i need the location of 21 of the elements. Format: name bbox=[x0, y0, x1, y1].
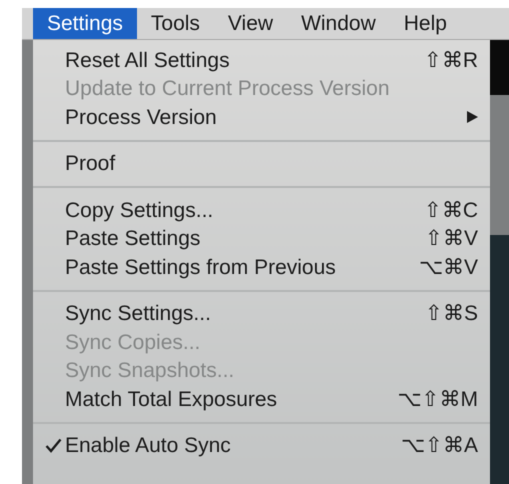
menu-item[interactable]: Sync Settings... ⇧⌘S bbox=[33, 300, 490, 328]
menu-bar-item[interactable]: View bbox=[214, 8, 288, 39]
menu-bar-item[interactable]: Help bbox=[390, 8, 461, 39]
menu-item[interactable]: Proof bbox=[33, 150, 490, 178]
keyboard-shortcut: ⌥⇧⌘M bbox=[398, 386, 478, 412]
menu-item[interactable]: Enable Auto Sync ⌥⇧⌘A bbox=[33, 432, 490, 460]
keyboard-shortcut: ⌥⌘V bbox=[418, 254, 478, 280]
menu-item[interactable]: Paste Settings ⇧⌘V bbox=[33, 224, 490, 253]
menu-item[interactable]: Paste Settings from Previous ⌥⌘V bbox=[33, 253, 490, 282]
menu-item[interactable]: Copy Settings... ⇧⌘C bbox=[33, 196, 490, 224]
menu-item[interactable]: Reset All Settings ⇧⌘R bbox=[33, 46, 490, 74]
keyboard-shortcut: ⌥⇧⌘A bbox=[400, 433, 478, 459]
keyboard-shortcut: ⇧⌘V bbox=[424, 226, 478, 252]
menu-bar-item[interactable]: Settings bbox=[33, 8, 137, 39]
menu-bar-item[interactable]: Tools bbox=[136, 8, 214, 39]
keyboard-shortcut: ⇧⌘C bbox=[424, 198, 478, 224]
menu-bar-item[interactable]: Window bbox=[287, 8, 390, 39]
keyboard-shortcut: ⇧⌘S bbox=[424, 301, 478, 327]
menu-item[interactable]: Match Total Exposures ⌥⇧⌘M bbox=[33, 385, 490, 414]
keyboard-shortcut: ⇧⌘R bbox=[424, 48, 478, 74]
menu-item[interactable]: Process Version bbox=[33, 103, 490, 132]
